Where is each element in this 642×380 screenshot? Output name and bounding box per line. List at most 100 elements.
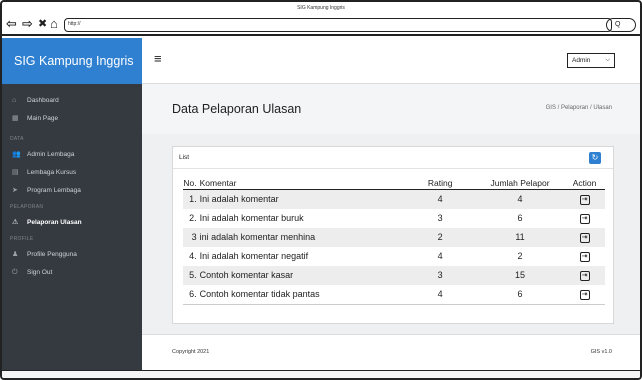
row-jumlah-pelapor: 6	[476, 285, 565, 305]
card-title: List	[179, 154, 190, 161]
row-komentar: Contoh komentar kasar	[199, 270, 294, 280]
sidebar-item-label: Pelaporan Ulasan	[27, 219, 82, 226]
detail-icon[interactable]: ⇥	[579, 194, 590, 205]
sidebar-item-profile-pengguna[interactable]: ♟ Profile Pengguna	[2, 246, 142, 264]
section-header-data: DATA	[10, 136, 24, 142]
list-card: List ↻ No. Komentar Rating Jumlah Pelapo…	[172, 146, 614, 324]
version-text: GIS v1.0	[590, 349, 612, 355]
main-content: Data Pelaporan Ulasan GIS / Pelaporan / …	[142, 84, 640, 370]
sidebar-item-label: Admin Lembaga	[27, 151, 75, 158]
sidebar-item-lembaga-kursus[interactable]: ▤ Lembaga Kursus	[2, 164, 142, 182]
refresh-icon[interactable]: ↻	[589, 152, 601, 164]
brand-title[interactable]: SIG Kampung Inggris	[2, 38, 142, 84]
copyright-text: Copyright 2021	[172, 349, 210, 355]
row-jumlah-pelapor: 11	[515, 232, 525, 242]
topbar: ≡ Admin ⌵	[142, 38, 640, 84]
table-header-row: No. Komentar Rating Jumlah Pelapor Actio…	[183, 177, 605, 190]
chevron-down-icon: ⌵	[605, 57, 610, 63]
row-jumlah-pelapor: 6	[517, 213, 523, 223]
sidebar-item-dashboard[interactable]: ⌂ Dashboard	[2, 92, 142, 110]
browser-window: SIG Kampung Inggris ⇦ ⇨ ✖ ⌂ http:// Q SI…	[0, 0, 642, 380]
back-arrow-icon[interactable]: ⇦	[6, 16, 17, 32]
table-row: 5. Contoh komentar kasar 3 15 ⇥	[183, 266, 605, 285]
row-jumlah-pelapor: 15	[515, 270, 526, 280]
sidebar-item-main-page[interactable]: ▦ Main Page	[2, 110, 142, 128]
search-icon[interactable]: Q	[606, 18, 636, 32]
sidebar-item-admin-lembaga[interactable]: 👥 Admin Lembaga	[2, 146, 142, 164]
sidebar-item-program-lembaga[interactable]: ➤ Program Lembaga	[2, 182, 142, 200]
row-action: ⇥	[564, 190, 605, 210]
url-input[interactable]: http://	[64, 18, 612, 32]
breadcrumb: GIS / Pelaporan / Ulasan	[545, 105, 612, 111]
sidebar-item-label: Profile Pengguna	[27, 251, 77, 258]
row-number: 2.	[189, 213, 197, 223]
horizontal-scrollbar[interactable]	[2, 370, 640, 378]
report-table: No. Komentar Rating Jumlah Pelapor Actio…	[183, 177, 605, 305]
row-komentar: Ini adalah komentar negatif	[199, 251, 309, 261]
row-jumlah-pelapor: 4	[517, 194, 523, 204]
row-number: 5.	[189, 270, 197, 280]
grid-icon: ▦	[12, 115, 19, 122]
row-number: 3	[191, 232, 197, 242]
column-header-jumlah-pelapor: Jumlah Pelapor	[476, 177, 565, 190]
sidebar-item-label: Lembaga Kursus	[27, 169, 77, 176]
section-header-profile: PROFILE	[10, 236, 34, 242]
row-number: 4.	[189, 251, 197, 261]
row-action: ⇥	[564, 285, 605, 305]
detail-icon[interactable]: ⇥	[579, 251, 590, 262]
warning-icon: ⚠	[12, 219, 19, 226]
address-bar: ⇦ ⇨ ✖ ⌂ http:// Q	[2, 14, 640, 36]
row-komentar: Ini adalah komentar	[199, 194, 279, 204]
row-jumlah-pelapor: 2	[517, 251, 523, 261]
row-rating: 4	[437, 251, 443, 261]
column-header-no: No.	[183, 177, 200, 190]
row-action: ⇥	[564, 228, 605, 247]
row-rating: 4	[404, 285, 476, 305]
sidebar: SIG Kampung Inggris ⌂ Dashboard ▦ Main Page…	[2, 38, 142, 370]
close-icon[interactable]: ✖	[38, 16, 47, 32]
page-title: Data Pelaporan Ulasan	[172, 102, 302, 116]
forward-arrow-icon[interactable]: ⇨	[22, 16, 33, 32]
sidebar-item-label: Main Page	[27, 115, 59, 122]
column-header-komentar: Komentar	[199, 177, 405, 190]
row-number: 1.	[189, 194, 197, 204]
card-header: List ↻	[173, 147, 613, 169]
table-row: 6. Contoh komentar tidak pantas 4 6 ⇥	[183, 285, 605, 305]
row-action: ⇥	[564, 247, 605, 266]
home-icon[interactable]: ⌂	[50, 16, 58, 32]
user-icon: ♟	[12, 251, 19, 258]
row-number: 6.	[183, 285, 200, 305]
row-komentar: ini adalah komentar menhina	[199, 232, 316, 242]
table-row: 3 ini adalah komentar menhina 2 11 ⇥	[183, 228, 605, 247]
row-action: ⇥	[564, 209, 605, 228]
detail-icon[interactable]: ⇥	[579, 289, 590, 300]
sidebar-item-pelaporan-ulasan[interactable]: ⚠ Pelaporan Ulasan	[2, 214, 142, 232]
row-komentar: Ini adalah komentar buruk	[199, 213, 304, 223]
row-rating: 2	[437, 232, 443, 242]
table-row: 4. Ini adalah komentar negatif 4 2 ⇥	[183, 247, 605, 266]
sidebar-item-label: Dashboard	[27, 97, 59, 104]
power-icon: ⏻	[12, 269, 18, 276]
send-icon: ➤	[12, 187, 18, 194]
users-icon: 👥	[12, 151, 21, 158]
sidebar-item-label: Program Lembaga	[27, 187, 81, 194]
user-select[interactable]: Admin ⌵	[567, 53, 615, 68]
column-header-rating: Rating	[404, 177, 476, 190]
row-rating: 4	[437, 194, 443, 204]
row-komentar: Contoh komentar tidak pantas	[199, 285, 405, 305]
row-rating: 3	[437, 213, 443, 223]
row-rating: 3	[437, 270, 443, 280]
menu-icon[interactable]: ≡	[154, 52, 162, 66]
home-icon: ⌂	[12, 97, 17, 104]
detail-icon[interactable]: ⇥	[579, 213, 590, 224]
content-header: Data Pelaporan Ulasan GIS / Pelaporan / …	[142, 84, 640, 134]
section-header-pelaporan: PELAPORAN	[10, 204, 44, 210]
sidebar-item-sign-out[interactable]: ⏻ Sign Out	[2, 264, 142, 282]
detail-icon[interactable]: ⇥	[579, 270, 590, 281]
detail-icon[interactable]: ⇥	[579, 232, 590, 243]
sidebar-item-label: Sign Out	[27, 269, 53, 276]
row-action: ⇥	[564, 266, 605, 285]
book-icon: ▤	[12, 169, 19, 176]
footer: Copyright 2021 GIS v1.0	[142, 334, 640, 370]
table-row: 2. Ini adalah komentar buruk 3 6 ⇥	[183, 209, 605, 228]
